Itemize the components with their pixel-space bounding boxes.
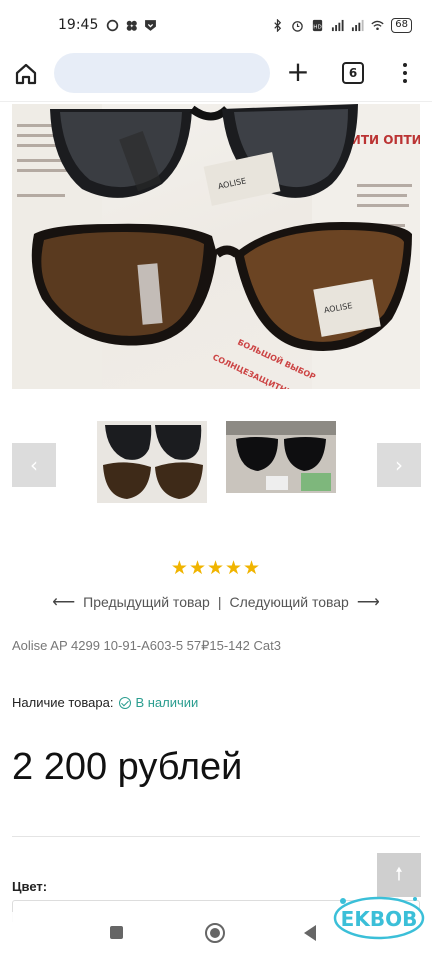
sim-icon: HD [313,19,323,31]
signal-icon-1 [332,19,344,31]
watermark-text: EKBOB [341,907,418,931]
sunglasses-photo: СИТИ ОПТИКА БОЛЬШОЙ ВЫБОР СОЛНЦЕЗАЩИТНЫХ… [12,104,420,389]
tab-switcher-button[interactable]: 6 [342,62,364,84]
new-tab-button[interactable]: + [286,58,310,86]
shield-icon [145,19,157,31]
availability-label: Наличие товара: [12,695,114,710]
next-product-link[interactable]: Следующий товар [229,594,348,610]
home-button[interactable] [205,923,225,943]
carousel-next-button[interactable]: › [377,443,421,487]
nav-separator: | [217,594,222,610]
section-divider [12,836,420,837]
back-button[interactable] [304,925,316,941]
availability-status: В наличии [135,695,199,710]
status-time: 19:45 [58,17,99,33]
carousel-prev-button[interactable]: ‹ [12,443,56,487]
status-system-icons: HD 68 [271,17,412,33]
prev-product-link[interactable]: Предыдущий товар [83,594,210,610]
prev-arrow-icon[interactable]: ⟵ [52,592,75,612]
status-bar: 19:45 HD 68 [0,0,432,50]
more-menu-icon[interactable] [398,60,412,86]
chat-bubble-icon [107,19,119,31]
rating-stars: ★★★★★ [170,557,262,579]
availability-row: Наличие товара: В наличии [12,695,198,710]
recents-button[interactable] [110,926,123,939]
check-circle-icon [119,696,132,709]
product-main-image[interactable]: СИТИ ОПТИКА БОЛЬШОЙ ВЫБОР СОЛНЦЕЗАЩИТНЫХ… [12,104,420,389]
scroll-to-top-button[interactable]: 🠕 [377,853,421,897]
product-price: 2 200 рублей [12,746,243,788]
thumbnail-2-image [226,421,336,491]
product-title: Aolise AP 4299 10-91-A603-5 57₽15-142 Ca… [12,638,281,653]
svg-text:HD: HD [314,24,322,30]
toolbar-divider [0,101,432,102]
cluster-icon [127,20,138,31]
wifi-icon [371,20,384,30]
product-navigation: ⟵ Предыдущий товар | Следующий товар ⟶ [0,592,432,612]
browser-toolbar: + 6 [0,50,432,98]
watermark-logo: EKBOB [333,896,425,940]
home-icon[interactable] [14,62,38,86]
alarm-icon [292,20,304,32]
status-notification-icons [106,19,157,32]
bluetooth-icon [274,18,282,32]
battery-indicator: 68 [391,17,412,33]
thumbnail-2[interactable] [226,421,336,493]
signal-icon-2 [352,19,364,31]
color-label: Цвет: [12,879,48,894]
next-arrow-icon[interactable]: ⟶ [357,592,380,612]
thumbnail-1-image [103,425,203,499]
thumbnail-1[interactable] [97,421,207,503]
address-bar[interactable] [54,53,270,93]
